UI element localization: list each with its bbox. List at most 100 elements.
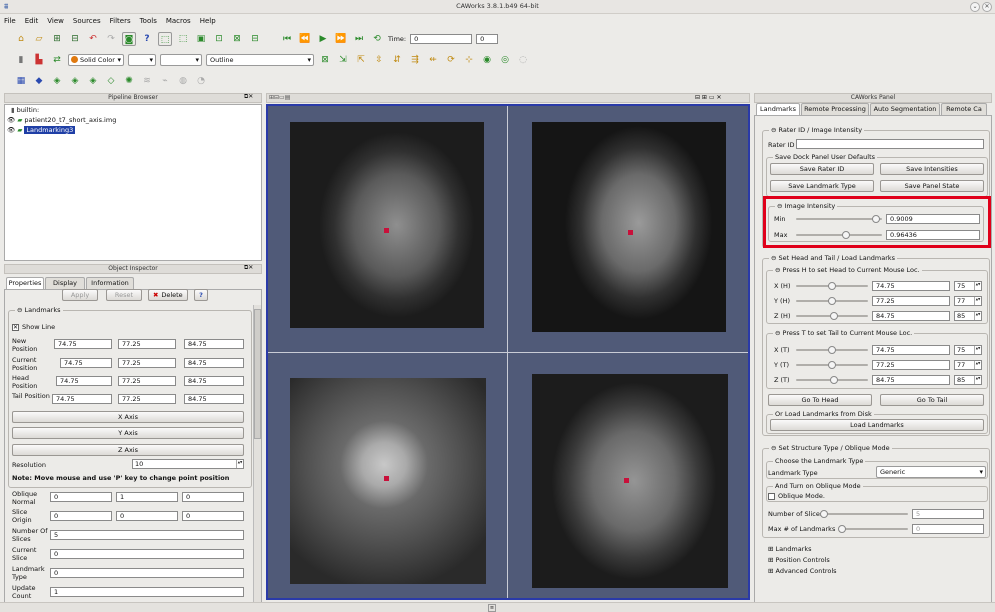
load-landmarks-button[interactable]: Load Landmarks bbox=[770, 419, 984, 431]
z-head-input[interactable]: 84.75 bbox=[872, 311, 950, 321]
min-input[interactable]: 0.9009 bbox=[886, 214, 980, 224]
tab-landmarks[interactable]: Landmarks bbox=[756, 103, 800, 115]
x-head-input[interactable]: 74.75 bbox=[872, 281, 950, 291]
redo-icon[interactable]: ↷ bbox=[104, 32, 118, 46]
slice-origin-x[interactable]: 0 bbox=[50, 511, 112, 521]
apply-button[interactable]: Apply bbox=[62, 289, 98, 301]
warp-icon[interactable]: ⌁ bbox=[158, 74, 172, 88]
x-tail-stepper[interactable]: 75 bbox=[954, 345, 982, 355]
reset-camera-icon[interactable]: ⊠ bbox=[318, 53, 332, 67]
landmark-marker[interactable] bbox=[384, 228, 389, 233]
undo-icon[interactable]: ↶ bbox=[86, 32, 100, 46]
head-position-z[interactable]: 84.75 bbox=[184, 376, 244, 386]
new-position-y[interactable]: 77.25 bbox=[118, 339, 176, 349]
undock-inspector-icon[interactable]: ⧉✕ bbox=[244, 264, 253, 272]
disconnect-icon[interactable]: ⊟ bbox=[68, 32, 82, 46]
tail-position-x[interactable]: 74.75 bbox=[52, 394, 112, 404]
select-points-icon[interactable]: ⬚ bbox=[176, 32, 190, 46]
slice-origin-z[interactable]: 0 bbox=[182, 511, 244, 521]
camera-icon[interactable]: ◙ bbox=[122, 32, 136, 46]
x-tail-input[interactable]: 74.75 bbox=[872, 345, 950, 355]
inspector-help-button[interactable]: ? bbox=[194, 289, 208, 301]
y-tail-slider[interactable] bbox=[796, 361, 868, 369]
view-x-minus-icon[interactable]: ⇱ bbox=[354, 53, 368, 67]
slice-icon[interactable]: ◈ bbox=[68, 74, 82, 88]
close-icon[interactable]: ✕ bbox=[982, 2, 992, 12]
tab-properties[interactable]: Properties bbox=[6, 277, 44, 289]
tab-information[interactable]: Information bbox=[86, 277, 134, 289]
landmark-marker[interactable] bbox=[628, 230, 633, 235]
extract-subset-icon[interactable]: ◇ bbox=[104, 74, 118, 88]
folder-icon[interactable]: ▱ bbox=[32, 32, 46, 46]
view-y-minus-icon[interactable]: ⇵ bbox=[390, 53, 404, 67]
visibility-eye-icon[interactable]: 👁 bbox=[7, 126, 15, 134]
glyph-icon[interactable]: ✺ bbox=[122, 74, 136, 88]
rater-id-input[interactable] bbox=[796, 139, 984, 149]
last-frame-icon[interactable]: ⏭ bbox=[352, 32, 366, 46]
new-position-z[interactable]: 84.75 bbox=[184, 339, 244, 349]
y-tail-input[interactable]: 77.25 bbox=[872, 360, 950, 370]
menu-help[interactable]: Help bbox=[200, 17, 216, 25]
current-position-x[interactable]: 74.75 bbox=[60, 358, 112, 368]
x-axis-button[interactable]: X Axis bbox=[12, 411, 244, 423]
update-count-input[interactable]: 1 bbox=[50, 587, 244, 597]
play-icon[interactable]: ▶ bbox=[316, 32, 330, 46]
y-tail-handle[interactable] bbox=[828, 361, 836, 369]
render-view[interactable] bbox=[266, 104, 750, 600]
tab-remote-ca[interactable]: Remote Ca bbox=[941, 103, 987, 115]
select-icon[interactable]: ⬚ bbox=[158, 32, 172, 46]
calculator-icon[interactable]: ▦ bbox=[14, 74, 28, 88]
undock-pipeline-icon[interactable]: ⧉✕ bbox=[244, 93, 253, 101]
reset-button[interactable]: Reset bbox=[106, 289, 142, 301]
max-landmarks-handle[interactable] bbox=[838, 525, 846, 533]
oblique-normal-y[interactable]: 1 bbox=[116, 492, 178, 502]
menu-filters[interactable]: Filters bbox=[110, 17, 131, 25]
landmark-type-input[interactable]: 0 bbox=[50, 568, 244, 578]
first-frame-icon[interactable]: ⏮ bbox=[280, 32, 294, 46]
x-head-slider[interactable] bbox=[796, 282, 868, 290]
current-position-z[interactable]: 84.75 bbox=[184, 358, 244, 368]
edit-color-map-icon[interactable]: ▙ bbox=[32, 53, 46, 67]
center-icon[interactable]: ◉ bbox=[480, 53, 494, 67]
tail-position-z[interactable]: 84.75 bbox=[184, 394, 244, 404]
z-head-slider[interactable] bbox=[796, 312, 868, 320]
delete-button[interactable]: ✖ Delete bbox=[148, 289, 188, 301]
z-tail-handle[interactable] bbox=[830, 376, 838, 384]
resolution-stepper[interactable]: 10 bbox=[132, 459, 244, 469]
landmark-marker[interactable] bbox=[624, 478, 629, 483]
scrollbar-thumb[interactable] bbox=[254, 309, 261, 439]
color-by-select[interactable]: Solid Color bbox=[68, 54, 124, 66]
num-slices-slider[interactable] bbox=[820, 510, 908, 518]
landmark-marker[interactable] bbox=[384, 476, 389, 481]
view-z-minus-icon[interactable]: ⇷ bbox=[426, 53, 440, 67]
y-head-input[interactable]: 77.25 bbox=[872, 296, 950, 306]
menu-view[interactable]: View bbox=[47, 17, 64, 25]
number-of-slices-input[interactable]: 5 bbox=[50, 530, 244, 540]
representation-select[interactable]: Outline bbox=[206, 54, 314, 66]
save-rater-id-button[interactable]: Save Rater ID bbox=[770, 163, 874, 175]
landmark-type-select[interactable]: Generic bbox=[876, 466, 986, 478]
minimize-icon[interactable]: ⌄ bbox=[970, 2, 980, 12]
show-line-checkbox[interactable]: ✕ Show Line bbox=[12, 323, 55, 331]
viewport-top-left[interactable] bbox=[290, 122, 484, 328]
new-position-x[interactable]: 74.75 bbox=[54, 339, 112, 349]
y-axis-button[interactable]: Y Axis bbox=[12, 427, 244, 439]
loop-icon[interactable]: ⟲ bbox=[370, 32, 384, 46]
save-intensities-button[interactable]: Save Intensities bbox=[880, 163, 984, 175]
visibility-eye-icon[interactable]: 👁 bbox=[7, 116, 15, 124]
menu-edit[interactable]: Edit bbox=[25, 17, 39, 25]
z-head-stepper[interactable]: 85 bbox=[954, 311, 982, 321]
oblique-normal-x[interactable]: 0 bbox=[50, 492, 112, 502]
color-legend-icon[interactable]: ▮ bbox=[14, 53, 28, 67]
menu-tools[interactable]: Tools bbox=[140, 17, 157, 25]
prev-frame-icon[interactable]: ⏪ bbox=[298, 32, 312, 46]
view-z-plus-icon[interactable]: ⇶ bbox=[408, 53, 422, 67]
slice-origin-y[interactable]: 0 bbox=[116, 511, 178, 521]
collapsed-landmarks[interactable]: ⊞ Landmarks bbox=[768, 545, 812, 553]
extract-level-icon[interactable]: ◔ bbox=[194, 74, 208, 88]
z-head-handle[interactable] bbox=[830, 312, 838, 320]
menu-sources[interactable]: Sources bbox=[73, 17, 101, 25]
z-tail-slider[interactable] bbox=[796, 376, 868, 384]
tail-position-y[interactable]: 77.25 bbox=[118, 394, 176, 404]
current-position-y[interactable]: 77.25 bbox=[118, 358, 176, 368]
